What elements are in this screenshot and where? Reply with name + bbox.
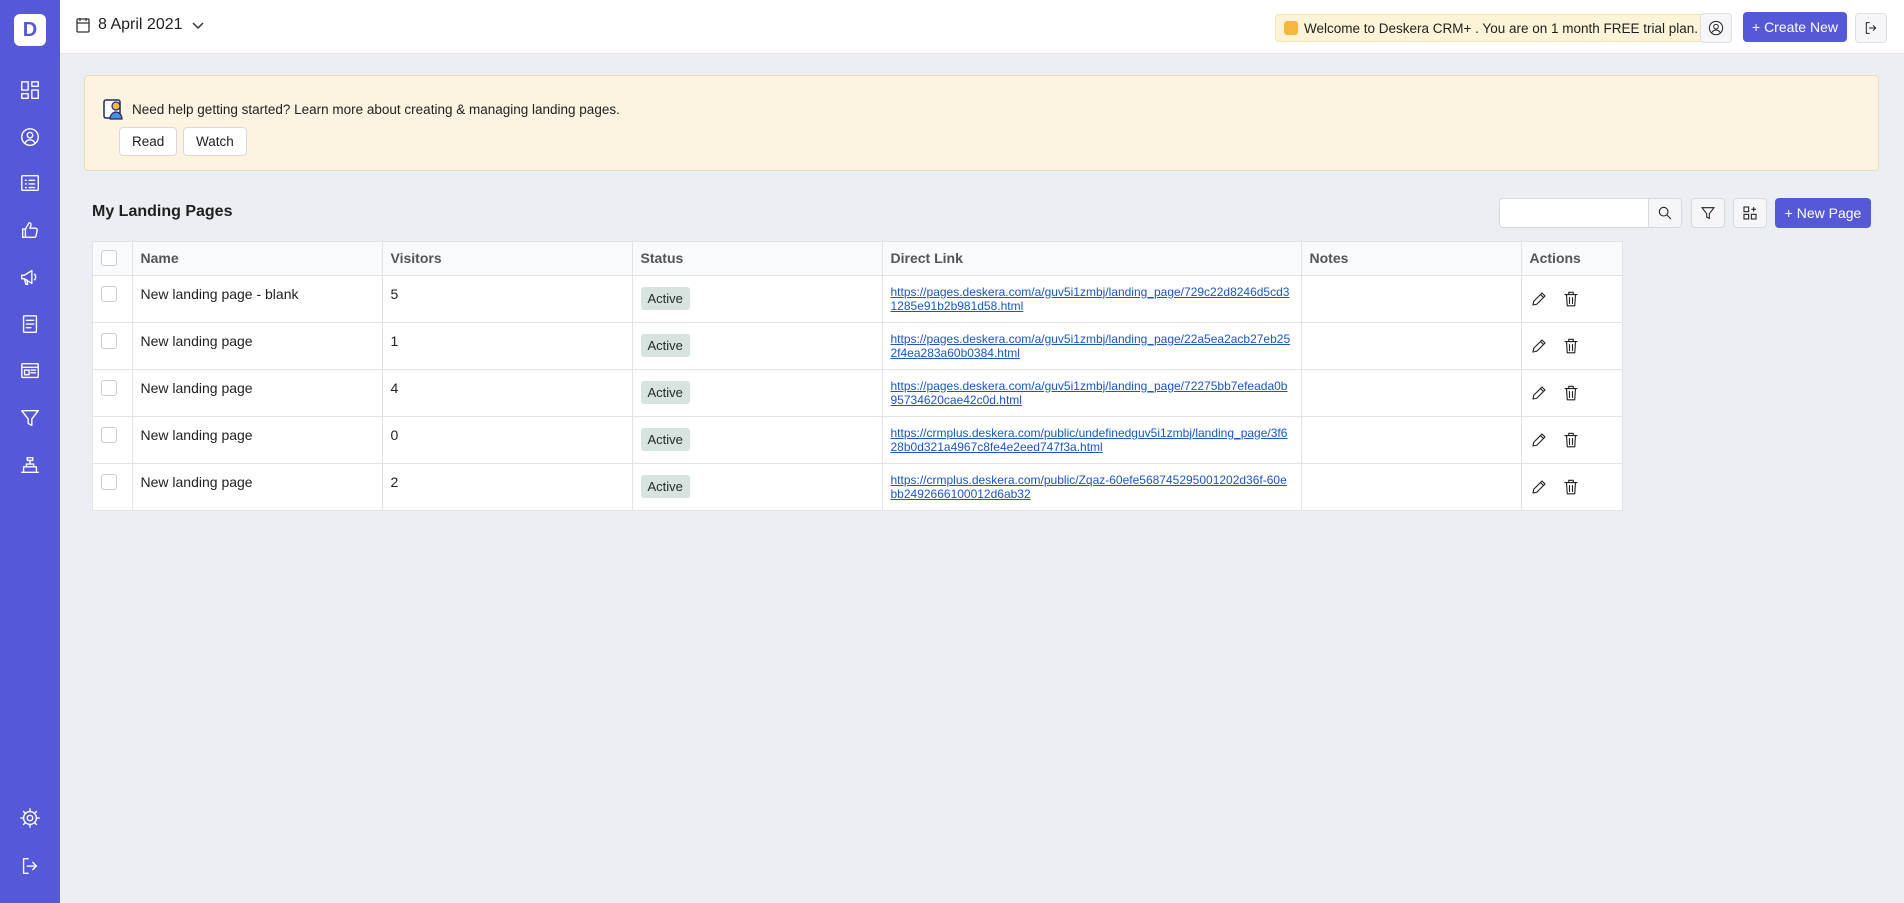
- search-icon: [1658, 206, 1672, 220]
- profile-button[interactable]: [1700, 13, 1732, 43]
- trial-banner: Welcome to Deskera CRM+ . You are on 1 m…: [1275, 14, 1708, 42]
- direct-link[interactable]: https://crmplus.deskera.com/public/undef…: [891, 426, 1293, 454]
- grid-add-icon: [1743, 206, 1757, 220]
- gear-icon[interactable]: [18, 806, 42, 830]
- guide-person-icon: [103, 99, 123, 120]
- page-title: My Landing Pages: [92, 203, 233, 220]
- page-name[interactable]: New landing page: [132, 369, 383, 417]
- visitor-count: 1: [382, 322, 633, 370]
- signout-button[interactable]: [1855, 13, 1887, 43]
- page-name[interactable]: New landing page: [132, 416, 383, 464]
- status-badge: Active: [640, 380, 690, 404]
- delete-icon[interactable]: [1562, 337, 1580, 355]
- landing-page-icon[interactable]: [18, 359, 42, 383]
- megaphone-icon[interactable]: [18, 265, 42, 289]
- column-header-direct-link[interactable]: Direct Link: [882, 242, 1302, 276]
- direct-link[interactable]: https://pages.deskera.com/a/guv5i1zmbj/l…: [891, 285, 1293, 313]
- app-logo[interactable]: D: [14, 14, 46, 46]
- row-checkbox[interactable]: [101, 285, 117, 302]
- user-icon: [1708, 20, 1724, 36]
- top-header: 8 April 2021 Welcome to Deskera CRM+ . Y…: [60, 0, 1904, 54]
- row-checkbox[interactable]: [101, 473, 117, 490]
- edit-icon[interactable]: [1530, 290, 1548, 308]
- status-badge: Active: [640, 427, 690, 451]
- notes-cell[interactable]: [1301, 275, 1522, 323]
- support-desk-icon[interactable]: [18, 453, 42, 477]
- add-widget-button[interactable]: [1733, 198, 1767, 228]
- status-badge: Active: [640, 286, 690, 310]
- new-page-button[interactable]: + New Page: [1775, 198, 1871, 228]
- funnel-icon[interactable]: [18, 406, 42, 430]
- read-button[interactable]: Read: [119, 127, 178, 156]
- visitor-count: 2: [382, 463, 633, 510]
- select-all-cell: [93, 242, 133, 276]
- page-name[interactable]: New landing page - blank: [132, 275, 383, 323]
- delete-icon[interactable]: [1562, 478, 1580, 496]
- notes-cell[interactable]: [1301, 463, 1522, 510]
- logout-icon[interactable]: [18, 854, 42, 878]
- watch-button[interactable]: Watch: [183, 127, 247, 156]
- visitor-count: 4: [382, 369, 633, 417]
- dashboard-icon[interactable]: [18, 78, 42, 102]
- edit-icon[interactable]: [1530, 384, 1548, 402]
- select-all-checkbox[interactable]: [101, 250, 117, 267]
- direct-link[interactable]: https://pages.deskera.com/a/guv5i1zmbj/l…: [891, 379, 1293, 407]
- page-name[interactable]: New landing page: [132, 463, 383, 510]
- column-header-actions: Actions: [1521, 242, 1622, 276]
- edit-icon[interactable]: [1530, 337, 1548, 355]
- calendar-icon: [76, 18, 90, 33]
- contacts-icon[interactable]: [18, 125, 42, 149]
- status-badge: Active: [640, 474, 690, 498]
- edit-icon[interactable]: [1530, 431, 1548, 449]
- table-row: New landing page 4 Active https://pages.…: [93, 369, 1622, 417]
- column-header-visitors[interactable]: Visitors: [382, 242, 633, 276]
- row-checkbox[interactable]: [101, 379, 117, 396]
- status-badge: Active: [640, 333, 690, 357]
- trial-message: Welcome to Deskera CRM+ . You are on 1 m…: [1304, 20, 1699, 36]
- wave-hand-icon: [1284, 21, 1298, 35]
- filter-icon: [1700, 207, 1716, 220]
- help-message: Need help getting started? Learn more ab…: [102, 97, 620, 121]
- document-icon[interactable]: [18, 312, 42, 336]
- visitor-count: 5: [382, 275, 633, 323]
- logout-icon: [1865, 22, 1877, 34]
- direct-link[interactable]: https://crmplus.deskera.com/public/Zqaz-…: [891, 473, 1293, 501]
- landing-pages-table: Name Visitors Status Direct Link Notes A…: [92, 241, 1623, 511]
- filter-button[interactable]: [1691, 198, 1725, 228]
- search-input[interactable]: [1499, 198, 1649, 228]
- sidebar: D: [0, 0, 60, 903]
- notes-cell[interactable]: [1301, 416, 1522, 464]
- column-header-name[interactable]: Name: [132, 242, 383, 276]
- delete-icon[interactable]: [1562, 431, 1580, 449]
- delete-icon[interactable]: [1562, 290, 1580, 308]
- help-panel: Need help getting started? Learn more ab…: [84, 75, 1879, 171]
- table-row: New landing page 1 Active https://pages.…: [93, 322, 1622, 370]
- edit-icon[interactable]: [1530, 478, 1548, 496]
- direct-link[interactable]: https://pages.deskera.com/a/guv5i1zmbj/l…: [891, 332, 1293, 360]
- row-checkbox[interactable]: [101, 332, 117, 349]
- list-icon[interactable]: [18, 171, 42, 195]
- help-text: Need help getting started? Learn more ab…: [132, 101, 620, 117]
- delete-icon[interactable]: [1562, 384, 1580, 402]
- column-header-notes[interactable]: Notes: [1301, 242, 1522, 276]
- table-row: New landing page - blank 5 Active https:…: [93, 275, 1622, 323]
- visitor-count: 0: [382, 416, 633, 464]
- column-header-status[interactable]: Status: [632, 242, 883, 276]
- notes-cell[interactable]: [1301, 322, 1522, 370]
- thumbs-up-icon[interactable]: [18, 218, 42, 242]
- date-selector[interactable]: 8 April 2021: [76, 16, 205, 34]
- table-row: New landing page 0 Active https://crmplu…: [93, 416, 1622, 464]
- page-name[interactable]: New landing page: [132, 322, 383, 370]
- notes-cell[interactable]: [1301, 369, 1522, 417]
- table-row: New landing page 2 Active https://crmplu…: [93, 463, 1622, 510]
- search-button[interactable]: [1648, 198, 1682, 228]
- row-checkbox[interactable]: [101, 426, 117, 443]
- current-date: 8 April 2021: [98, 16, 183, 33]
- chevron-down-icon: [191, 22, 204, 30]
- create-new-button[interactable]: + Create New: [1743, 12, 1847, 42]
- table-header-row: Name Visitors Status Direct Link Notes A…: [93, 242, 1622, 276]
